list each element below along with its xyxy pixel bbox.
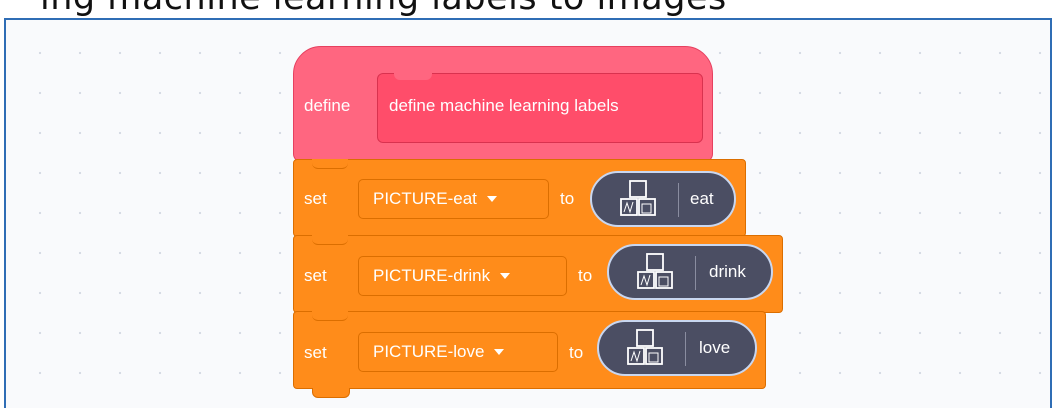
reporter-divider	[685, 332, 686, 366]
block-notch	[312, 388, 350, 398]
set-keyword: set	[304, 343, 327, 362]
ml-label-text: love	[699, 338, 731, 357]
set-variable-block-eat[interactable]: set PICTURE-eat to eat	[293, 159, 746, 246]
reporter-divider	[678, 183, 679, 217]
set-variable-block-love[interactable]: set PICTURE-love to love	[293, 311, 766, 398]
variable-dropdown[interactable]: PICTURE-love	[358, 332, 558, 372]
caption-text: ing machine learning labels to images	[40, 0, 727, 18]
define-keyword: define	[304, 96, 351, 115]
clipped-caption: ing machine learning labels to images	[0, 0, 1056, 18]
costume-stack-icon	[620, 180, 656, 216]
chevron-down-icon	[486, 196, 497, 202]
variable-name: PICTURE-drink	[373, 266, 491, 285]
ml-label-reporter[interactable]: drink	[607, 244, 773, 300]
ml-label-reporter[interactable]: love	[597, 320, 757, 376]
set-keyword: set	[304, 189, 327, 208]
block-notch	[394, 73, 432, 80]
reporter-divider	[695, 256, 696, 290]
set-variable-block-drink[interactable]: set PICTURE-drink to drink	[293, 235, 783, 322]
variable-name: PICTURE-eat	[373, 189, 477, 208]
ml-label-text: eat	[690, 189, 714, 208]
set-keyword: set	[304, 266, 327, 285]
variable-name: PICTURE-love	[373, 342, 485, 361]
to-keyword: to	[560, 189, 575, 208]
custom-block-label: define machine learning labels	[389, 96, 619, 115]
to-keyword: to	[569, 343, 584, 362]
custom-block-prototype[interactable]: define machine learning labels	[377, 73, 703, 143]
ml-label-reporter[interactable]: eat	[590, 171, 736, 227]
block-notch	[312, 235, 348, 245]
block-notch	[312, 311, 348, 321]
chevron-down-icon	[494, 349, 505, 355]
variable-dropdown[interactable]: PICTURE-drink	[358, 256, 567, 296]
define-hat-block[interactable]: define define machine learning labels	[293, 46, 713, 172]
costume-stack-icon	[637, 253, 673, 289]
variable-dropdown[interactable]: PICTURE-eat	[358, 179, 549, 219]
block-notch	[312, 159, 348, 169]
ml-label-text: drink	[709, 262, 746, 281]
chevron-down-icon	[500, 273, 511, 279]
to-keyword: to	[578, 266, 593, 285]
costume-stack-icon	[627, 329, 663, 365]
